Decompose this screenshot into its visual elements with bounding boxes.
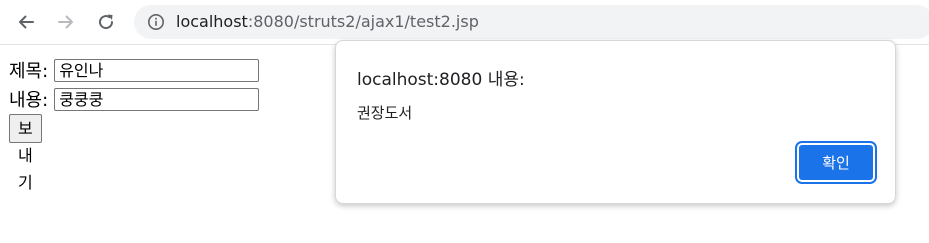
forward-button[interactable] [50,6,82,38]
back-button[interactable] [10,6,42,38]
send-button[interactable]: 보내기 [9,114,42,192]
title-label: 제목: [9,61,49,82]
address-bar[interactable]: localhost:8080/struts2/ajax1/test2.jsp [134,5,929,39]
title-input[interactable]: 유인나 [54,58,260,82]
ok-button[interactable]: 확인 [795,141,877,184]
dialog-title: localhost:8080 내용: [357,70,525,90]
url-host: localhost [176,12,248,31]
info-circle-icon[interactable] [147,13,165,31]
title-row: 제목: 유인나 [9,56,260,84]
arrow-left-icon [19,15,34,29]
content-row: 내용: 쿵쿵쿵 [9,85,260,113]
url-text[interactable]: localhost:8080/struts2/ajax1/test2.jsp [176,5,479,39]
content-label: 내용: [9,90,49,111]
dialog-message: 권장도서 [357,104,413,122]
reload-icon [99,14,114,30]
browser-toolbar: localhost:8080/struts2/ajax1/test2.jsp [0,0,929,45]
reload-button[interactable] [90,6,122,38]
alert-dialog: localhost:8080 내용: 권장도서 확인 [335,40,896,204]
url-path: :8080/struts2/ajax1/test2.jsp [247,12,479,31]
content-input[interactable]: 쿵쿵쿵 [54,87,260,111]
arrow-right-icon [58,15,73,29]
